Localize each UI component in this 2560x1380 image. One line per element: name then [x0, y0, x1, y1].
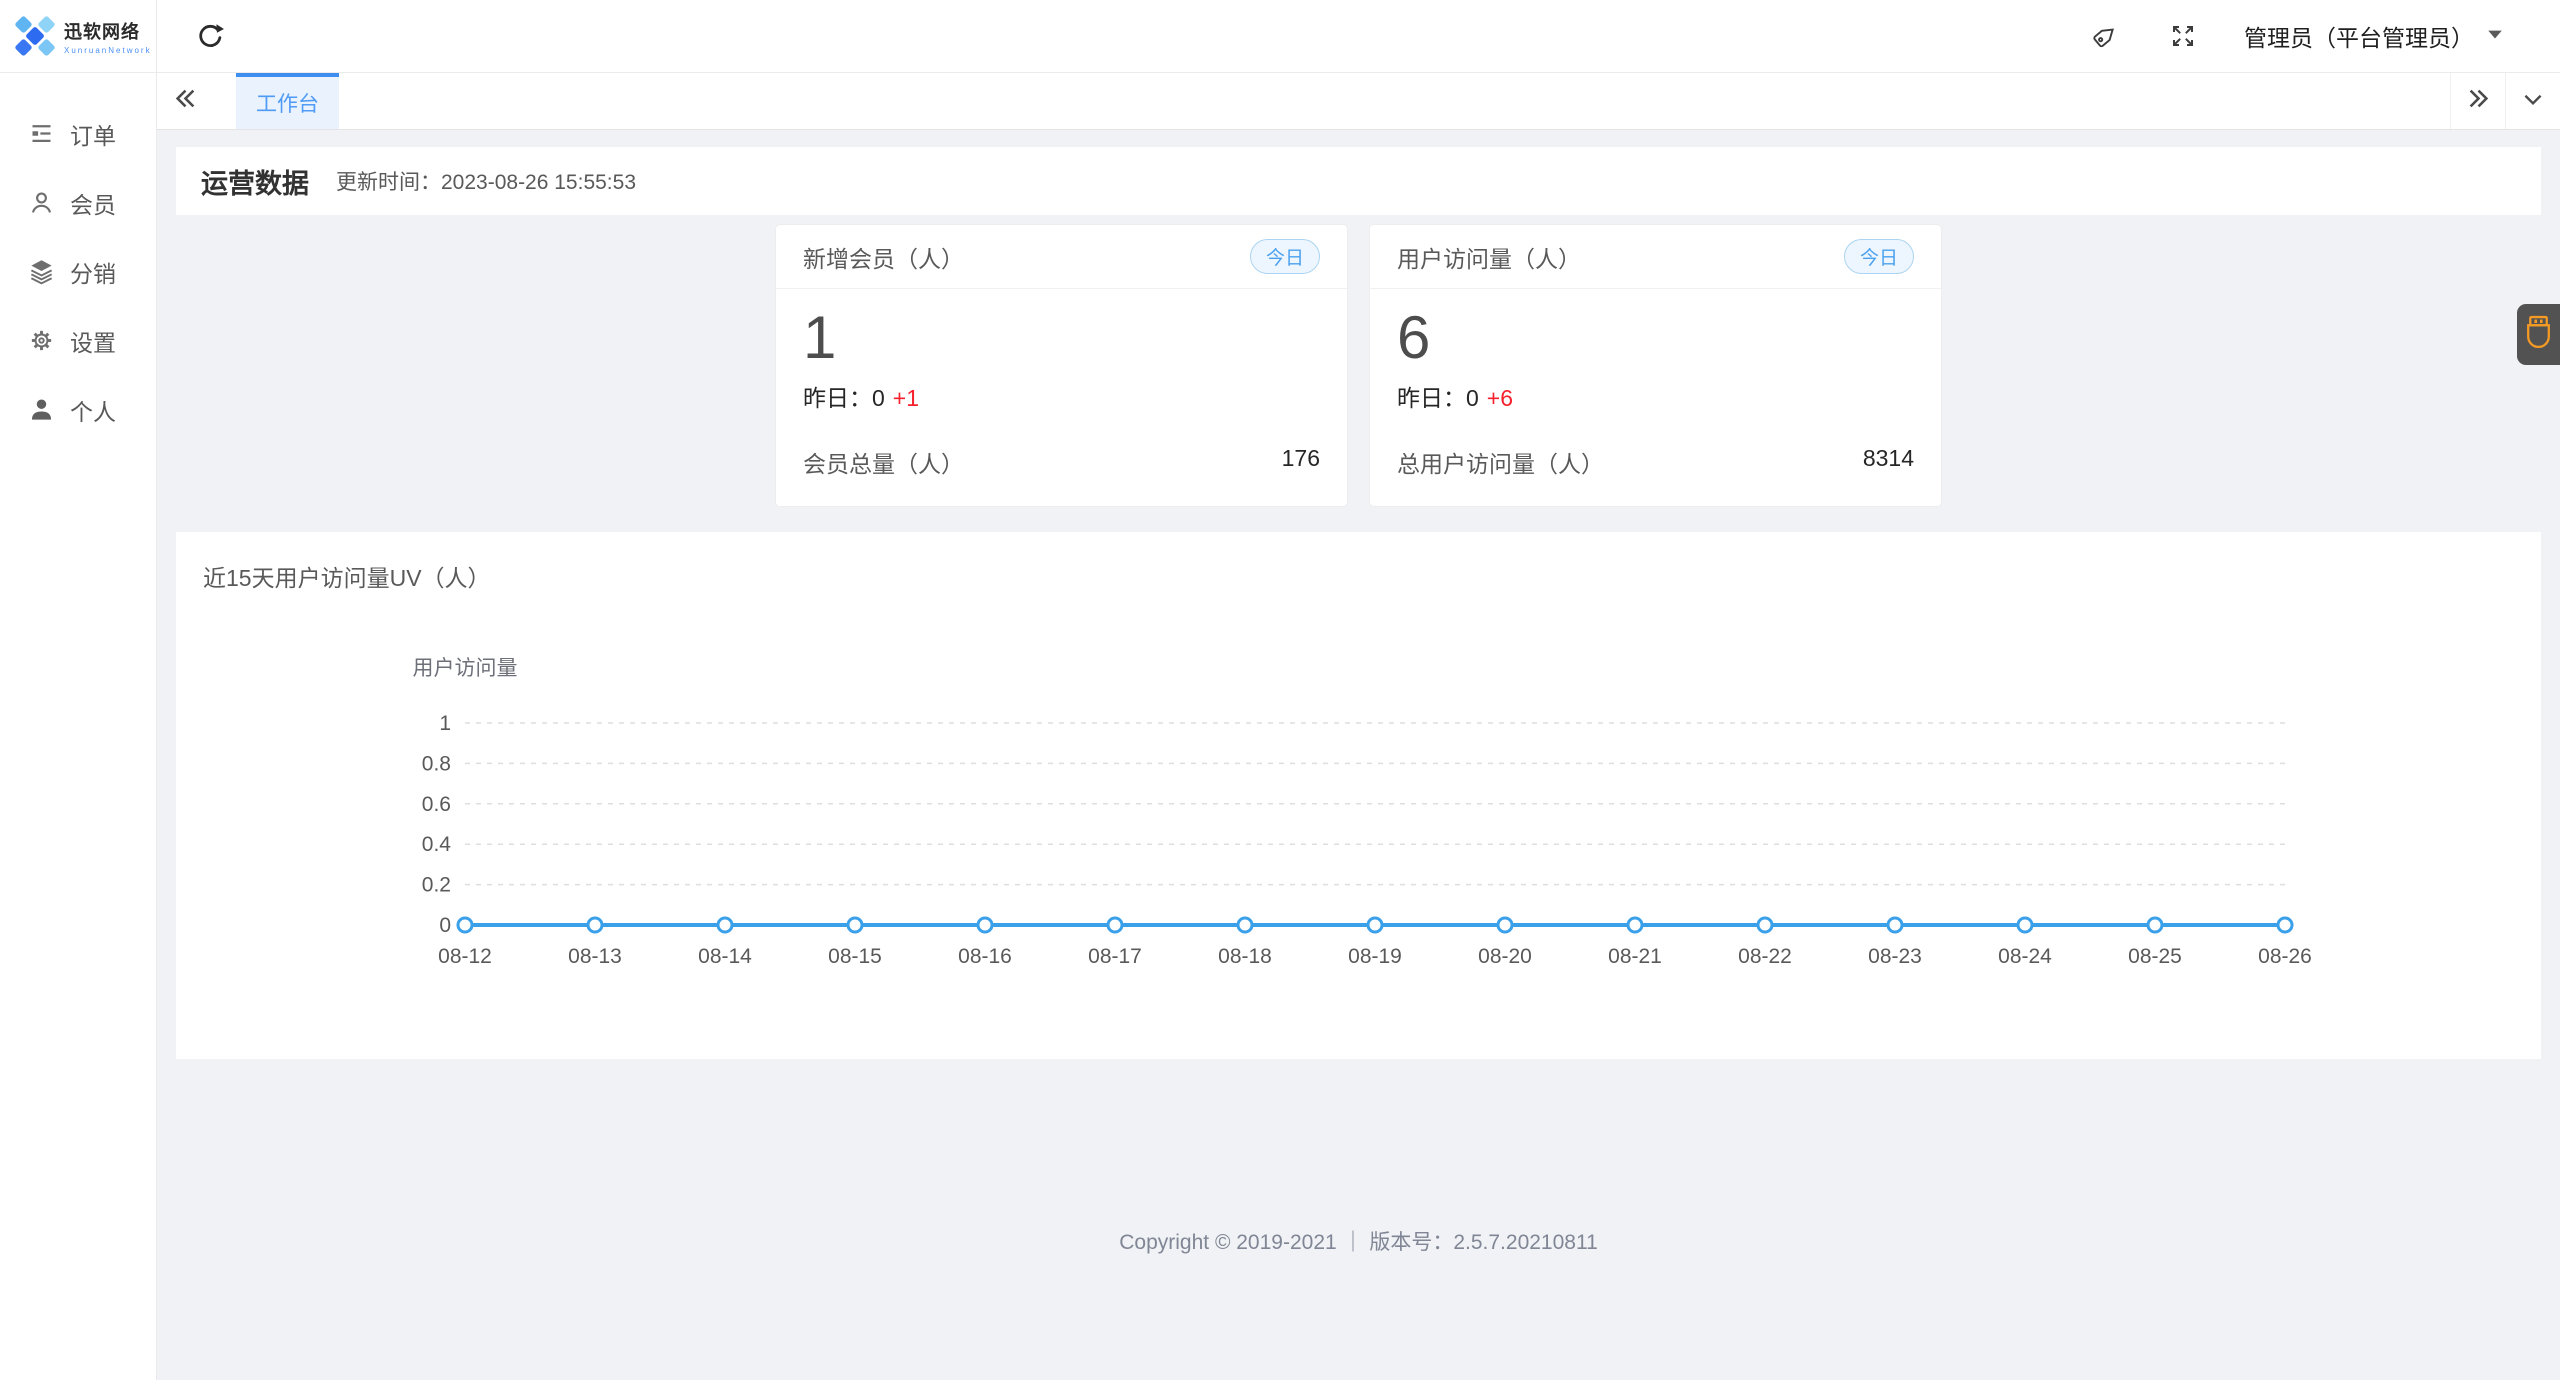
chevrons-right-icon: [2465, 85, 2492, 117]
total-value: 8314: [1862, 445, 1914, 471]
sidebar-item-label: 个人: [70, 398, 116, 425]
tabbar: 工作台: [157, 73, 2560, 130]
svg-text:0: 0: [439, 914, 451, 937]
chevrons-left-icon: [172, 85, 199, 117]
gear-icon: [28, 327, 55, 354]
brand-logo[interactable]: 迅软网络 XunruanNetwork: [0, 0, 156, 73]
svg-text:08-14: 08-14: [698, 945, 752, 968]
sidebar-item-label: 设置: [70, 329, 116, 356]
user-menu[interactable]: 管理员（平台管理员）: [2244, 19, 2504, 53]
card-yesterday: 昨日：0 +6: [1397, 379, 1914, 413]
svg-text:08-25: 08-25: [2128, 945, 2182, 968]
main-area: 管理员（平台管理员） 工作台 运营数据 更新时间：2023-08-26 15:5…: [157, 0, 2560, 1380]
workbench-page: 运营数据 更新时间：2023-08-26 15:55:53 新增会员（人） 今日…: [157, 130, 2560, 1380]
sidebar-item-label: 分销: [70, 260, 116, 287]
svg-text:08-16: 08-16: [958, 945, 1012, 968]
svg-text:0.6: 0.6: [422, 793, 451, 816]
card-yesterday: 昨日：0 +1: [803, 379, 1320, 413]
collapse-tabs-button[interactable]: [157, 73, 213, 129]
tab-label: 工作台: [256, 93, 319, 116]
layers-icon: [28, 258, 55, 285]
sidebar-item-orders[interactable]: 订单: [0, 99, 156, 168]
refresh-button[interactable]: [193, 19, 227, 53]
svg-text:08-13: 08-13: [568, 945, 622, 968]
fullscreen-button[interactable]: [2166, 19, 2200, 53]
svg-text:08-21: 08-21: [1608, 945, 1662, 968]
sidebar-item-label: 会员: [70, 191, 116, 218]
svg-text:1: 1: [439, 712, 451, 735]
updated-time-value: 2023-08-26 15:55:53: [441, 171, 636, 194]
svg-text:08-18: 08-18: [1218, 945, 1272, 968]
svg-text:08-19: 08-19: [1348, 945, 1402, 968]
svg-text:08-23: 08-23: [1868, 945, 1922, 968]
svg-text:08-24: 08-24: [1998, 945, 2052, 968]
stat-cards-row: 新增会员（人） 今日 1 昨日：0 +1 会员总量（人） 176 用户访问量（人）: [176, 224, 2541, 507]
card-value: 1: [803, 304, 837, 371]
card-value: 6: [1397, 304, 1431, 371]
svg-text:0.8: 0.8: [422, 752, 451, 775]
user-name: 管理员（平台管理员）: [2244, 25, 2474, 51]
yesterday-label: 昨日：: [803, 385, 872, 411]
updated-time: 更新时间：2023-08-26 15:55:53: [336, 166, 636, 196]
order-list-icon: [28, 120, 55, 147]
svg-text:08-15: 08-15: [828, 945, 882, 968]
svg-text:08-17: 08-17: [1088, 945, 1142, 968]
today-badge: 今日: [1249, 239, 1320, 274]
expand-tabs-button[interactable]: [2450, 73, 2505, 129]
svg-text:0.4: 0.4: [422, 833, 452, 856]
sidebar-item-label: 订单: [70, 122, 116, 149]
svg-text:0.2: 0.2: [422, 874, 451, 897]
yesterday-delta: +1: [892, 385, 920, 411]
tabs-dropdown-button[interactable]: [2505, 73, 2560, 129]
uv-chart-svg: 用户访问量 0 0.2 0.4 0.6 0.8 1 08-12 08-13 08-14 08-15 0…: [413, 657, 2312, 968]
svg-text:08-22: 08-22: [1738, 945, 1792, 968]
brand-subtitle: XunruanNetwork: [64, 45, 152, 55]
chart-title: 近15天用户访问量UV（人）: [203, 565, 491, 591]
sidebar-item-distribution[interactable]: 分销: [0, 237, 156, 306]
caret-down-icon: [2486, 26, 2504, 47]
chevron-down-icon: [2520, 86, 2546, 117]
yesterday-value: 0: [1466, 385, 1479, 411]
card-title: 新增会员（人）: [803, 245, 964, 272]
today-badge: 今日: [1843, 239, 1914, 274]
member-person-icon: [28, 189, 55, 216]
sidebar-item-settings[interactable]: 设置: [0, 306, 156, 375]
svg-text:用户访问量: 用户访问量: [413, 657, 518, 680]
usb-device-icon: [2525, 315, 2552, 355]
topbar: 管理员（平台管理员）: [157, 0, 2560, 73]
sidebar-menu: 订单 会员 分销 设置 个人: [0, 73, 156, 444]
yesterday-delta: +6: [1486, 385, 1514, 411]
yesterday-label: 昨日：: [1397, 385, 1466, 411]
overview-strip: 运营数据 更新时间：2023-08-26 15:55:53: [176, 147, 2541, 215]
yesterday-value: 0: [872, 385, 885, 411]
total-label: 会员总量（人）: [803, 451, 964, 477]
stat-card-new-members: 新增会员（人） 今日 1 昨日：0 +1 会员总量（人） 176: [775, 224, 1348, 507]
tab-workbench[interactable]: 工作台: [236, 73, 339, 129]
svg-text:08-26: 08-26: [2258, 945, 2312, 968]
card-title: 用户访问量（人）: [1397, 245, 1581, 272]
svg-text:08-20: 08-20: [1478, 945, 1532, 968]
brand-name: 迅软网络: [64, 21, 140, 42]
total-value: 176: [1281, 445, 1320, 471]
uv-chart-panel: 近15天用户访问量UV（人） 用户访问量 0 0.2 0.4 0.6 0.8 1 08-12 0…: [176, 532, 2541, 1059]
sidebar-item-members[interactable]: 会员: [0, 168, 156, 237]
page-title: 运营数据: [201, 168, 309, 199]
updated-time-label: 更新时间：: [336, 171, 441, 194]
svg-text:08-12: 08-12: [438, 945, 492, 968]
footer-text: Copyright © 2019-2021 ｜ 版本号：2.5.7.202108…: [1119, 1231, 1598, 1254]
sidebar: 迅软网络 XunruanNetwork 订单 会员 分销 设置 个人: [0, 0, 157, 1380]
stat-card-user-visits: 用户访问量（人） 今日 6 昨日：0 +6 总用户访问量（人） 8314: [1369, 224, 1942, 507]
brand-logo-icon: [12, 13, 58, 59]
profile-person-icon: [28, 396, 55, 423]
tag-button[interactable]: [2088, 19, 2122, 53]
uv-line-chart[interactable]: 用户访问量 0 0.2 0.4 0.6 0.8 1 08-12 08-13 08-14 08-15 0…: [203, 605, 2514, 1025]
quick-access-float-button[interactable]: [2517, 304, 2560, 365]
total-label: 总用户访问量（人）: [1397, 451, 1604, 477]
sidebar-item-profile[interactable]: 个人: [0, 375, 156, 444]
